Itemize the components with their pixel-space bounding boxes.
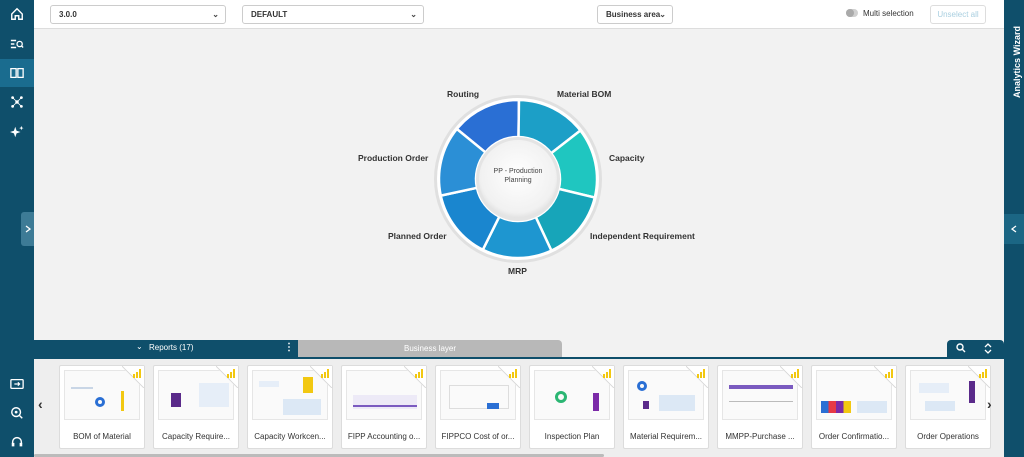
report-card-title: Order Operations [917, 432, 979, 441]
expand-sidebar-handle[interactable] [21, 212, 34, 246]
report-card-title: FIPPCO Cost of or... [441, 432, 515, 441]
wheel-label-mrp[interactable]: MRP [508, 266, 527, 276]
report-card[interactable]: Material Requirem... [623, 365, 709, 449]
wheel-label-production-order[interactable]: Production Order [358, 153, 428, 163]
chevron-down-icon: ⌄ [212, 10, 219, 19]
version-select-value: 3.0.0 [59, 10, 77, 19]
support-icon[interactable] [0, 428, 34, 456]
settings-search-icon[interactable] [0, 399, 34, 427]
kebab-menu-icon[interactable]: ⋮ [284, 342, 294, 353]
report-card-title: BOM of Material [73, 432, 131, 441]
wheel-label-routing[interactable]: Routing [447, 89, 479, 99]
export-icon[interactable] [0, 370, 34, 398]
analytics-wizard-title[interactable]: Analytics Wizard [1012, 26, 1022, 98]
report-tools [947, 340, 1004, 357]
chevron-down-icon: ⌄ [659, 10, 666, 19]
chevron-left-icon [1011, 225, 1017, 233]
powerbi-icon [603, 369, 611, 378]
powerbi-icon [697, 369, 705, 378]
search-list-icon[interactable] [0, 30, 34, 58]
reports-tab-label: Reports (17) [149, 343, 193, 352]
network-icon[interactable] [0, 88, 34, 116]
report-card[interactable]: Order Operations [905, 365, 991, 449]
report-card-title: Capacity Workcen... [254, 432, 326, 441]
report-card[interactable]: FIPP Accounting o... [341, 365, 427, 449]
left-sidebar [0, 0, 34, 457]
expand-collapse-icon[interactable] [984, 343, 992, 356]
powerbi-icon [415, 369, 423, 378]
scenario-select[interactable]: DEFAULT ⌄ [242, 5, 424, 24]
view-select[interactable]: Business area ⌄ [597, 5, 673, 24]
multi-selection-toggle[interactable] [846, 9, 858, 17]
report-card-title: Material Requirem... [629, 432, 703, 441]
scenario-select-value: DEFAULT [251, 10, 288, 19]
powerbi-icon [509, 369, 517, 378]
wheel-label-planned-order[interactable]: Planned Order [388, 231, 447, 241]
collapse-right-panel-handle[interactable] [1004, 214, 1024, 244]
powerbi-icon [791, 369, 799, 378]
reports-count: (17) [179, 343, 194, 352]
view-select-value: Business area [606, 10, 661, 19]
report-card-title: Order Confirmatio... [818, 432, 890, 441]
reports-carousel: ‹ BOM of Material Capacity Require... Capa… [34, 357, 1004, 457]
unselect-all-button[interactable]: Unselect all [930, 5, 986, 24]
report-card[interactable]: Order Confirmatio... [811, 365, 897, 449]
home-icon[interactable] [0, 0, 34, 28]
report-card[interactable]: BOM of Material [59, 365, 145, 449]
search-icon[interactable] [956, 343, 966, 355]
chevron-down-icon: ⌄ [410, 10, 417, 19]
book-icon[interactable] [0, 59, 34, 87]
report-card-title: MMPP-Purchase ... [725, 432, 795, 441]
powerbi-icon [321, 369, 329, 378]
tab-business-layer[interactable]: Business layer [298, 340, 562, 357]
powerbi-icon [979, 369, 987, 378]
report-card[interactable]: MMPP-Purchase ... [717, 365, 803, 449]
report-card-title: FIPP Accounting o... [347, 432, 421, 441]
wheel-label-material-bom[interactable]: Material BOM [557, 89, 611, 99]
report-card-title: Capacity Require... [161, 432, 231, 441]
top-toolbar: 3.0.0 ⌄ DEFAULT ⌄ Business area ⌄ Multi … [34, 0, 1004, 29]
report-card[interactable]: Capacity Workcen... [247, 365, 333, 449]
powerbi-icon [133, 369, 141, 378]
version-select[interactable]: 3.0.0 ⌄ [50, 5, 226, 24]
report-card[interactable]: Inspection Plan [529, 365, 615, 449]
sparkle-icon[interactable] [0, 118, 34, 146]
report-card[interactable]: FIPPCO Cost of or... [435, 365, 521, 449]
chevron-down-icon: ⌄ [136, 342, 143, 351]
multi-selection-label: Multi selection [863, 9, 914, 18]
wheel-label-independent-requirement[interactable]: Independent Requirement [590, 231, 695, 241]
wheel-label-capacity[interactable]: Capacity [609, 153, 644, 163]
carousel-next-arrow[interactable]: › [987, 396, 992, 412]
right-sidebar: Analytics Wizard [1004, 0, 1024, 457]
chevron-right-icon [25, 225, 31, 233]
report-card-title: Inspection Plan [544, 432, 600, 441]
report-card[interactable]: Capacity Require... [153, 365, 239, 449]
reports-tab-text: Reports [149, 343, 178, 352]
bottom-tabs: ⌄ Reports (17) ⋮ Business layer [34, 340, 1004, 357]
business-area-wheel: PP - Production Planning [433, 94, 603, 264]
tab-reports[interactable]: ⌄ Reports (17) ⋮ [34, 340, 298, 357]
wheel-center-label: PP - Production Planning [493, 168, 543, 184]
powerbi-icon [885, 369, 893, 378]
carousel-prev-arrow[interactable]: ‹ [38, 396, 43, 412]
powerbi-icon [227, 369, 235, 378]
